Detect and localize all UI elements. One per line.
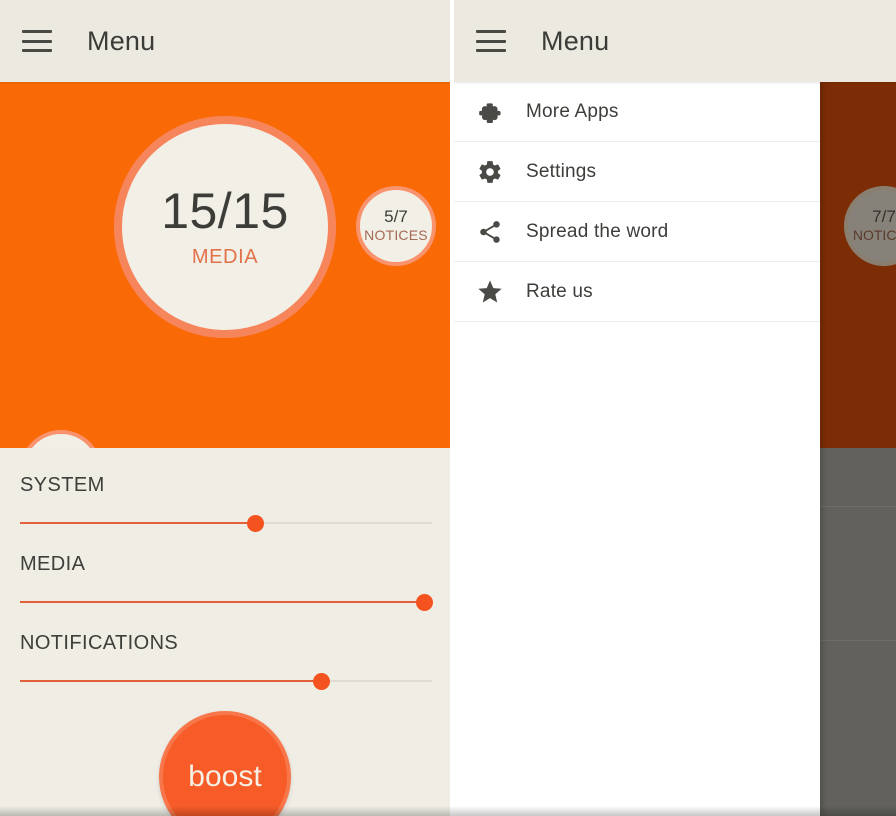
page-title: Menu — [541, 25, 610, 56]
hamburger-icon[interactable] — [476, 30, 506, 52]
slider-fill — [20, 680, 321, 682]
navigation-drawer: More Apps Settings Spread the word Rate … — [454, 82, 820, 816]
slider-thumb[interactable] — [312, 673, 330, 690]
hamburger-bar-2 — [476, 39, 506, 43]
boost-button-wrap: boost — [20, 711, 430, 816]
slider-fill — [20, 601, 424, 603]
slider-thumb[interactable] — [415, 594, 433, 611]
slider-media[interactable] — [20, 594, 433, 611]
scrim-notices-dial-label: NOTICES — [852, 226, 896, 243]
drawer-label-more-apps: More Apps — [526, 100, 619, 122]
drawer-item-spread-the-word[interactable]: Spread the word — [454, 202, 820, 262]
hamburger-icon[interactable] — [22, 30, 52, 52]
hamburger-bar-2 — [22, 39, 52, 43]
hamburger-bar-1 — [22, 30, 52, 33]
scrim-notices-dial-value: 7/7 — [872, 207, 896, 227]
media-dial-label: MEDIA — [191, 245, 259, 268]
slider-block-system: SYSTEM — [20, 474, 432, 532]
system-dial[interactable]: 4/7 SYSTEM — [20, 430, 102, 448]
slider-block-media: MEDIA — [20, 553, 433, 611]
media-dial-value: 15/15 — [161, 182, 289, 239]
share-icon — [454, 219, 526, 245]
slider-label-media: MEDIA — [20, 553, 86, 575]
hamburger-bar-1 — [476, 30, 506, 33]
slider-label-system: SYSTEM — [20, 474, 105, 496]
left-app-bar: Menu — [0, 0, 450, 82]
drawer-item-rate-us[interactable]: Rate us — [454, 262, 820, 322]
slider-fill — [20, 522, 255, 524]
slider-thumb[interactable] — [246, 515, 264, 532]
slider-label-notifications: NOTIFICATIONS — [20, 632, 179, 654]
slider-system[interactable] — [20, 515, 432, 532]
media-dial[interactable]: 15/15 MEDIA — [114, 116, 336, 338]
drawer-item-settings[interactable]: Settings — [454, 142, 820, 202]
notices-dial-value: 5/7 — [384, 207, 408, 227]
slider-section: SYSTEM MEDIA NOTIFICATIONS boost — [0, 448, 450, 816]
drawer-label-spread-the-word: Spread the word — [526, 220, 669, 242]
drawer-label-rate-us: Rate us — [526, 280, 593, 302]
screen-separator-gutter — [450, 0, 454, 816]
star-icon — [454, 278, 526, 306]
notices-dial[interactable]: 5/7 NOTICES — [356, 186, 436, 266]
hamburger-bar-3 — [22, 49, 52, 52]
puzzle-piece-icon — [454, 99, 526, 125]
scrim-notices-dial: 7/7 NOTICES — [844, 186, 896, 266]
slider-block-notifications: NOTIFICATIONS — [20, 632, 432, 690]
boost-button[interactable]: boost — [159, 711, 291, 816]
left-phone-screen: Menu 15/15 MEDIA 5/7 NOTICES 4/7 SYSTEM … — [0, 0, 450, 816]
hero-panel: 15/15 MEDIA 5/7 NOTICES 4/7 SYSTEM — [0, 82, 450, 448]
slider-notifications[interactable] — [20, 673, 432, 690]
gear-icon — [454, 159, 526, 185]
page-title: Menu — [87, 25, 156, 56]
hamburger-bar-3 — [476, 49, 506, 52]
right-phone-screen: 7/7 NOTICES Menu — [454, 0, 896, 816]
drawer-label-settings: Settings — [526, 160, 597, 182]
drawer-item-more-apps[interactable]: More Apps — [454, 82, 820, 142]
notices-dial-label: NOTICES — [364, 226, 428, 243]
right-app-bar: Menu — [454, 0, 896, 82]
